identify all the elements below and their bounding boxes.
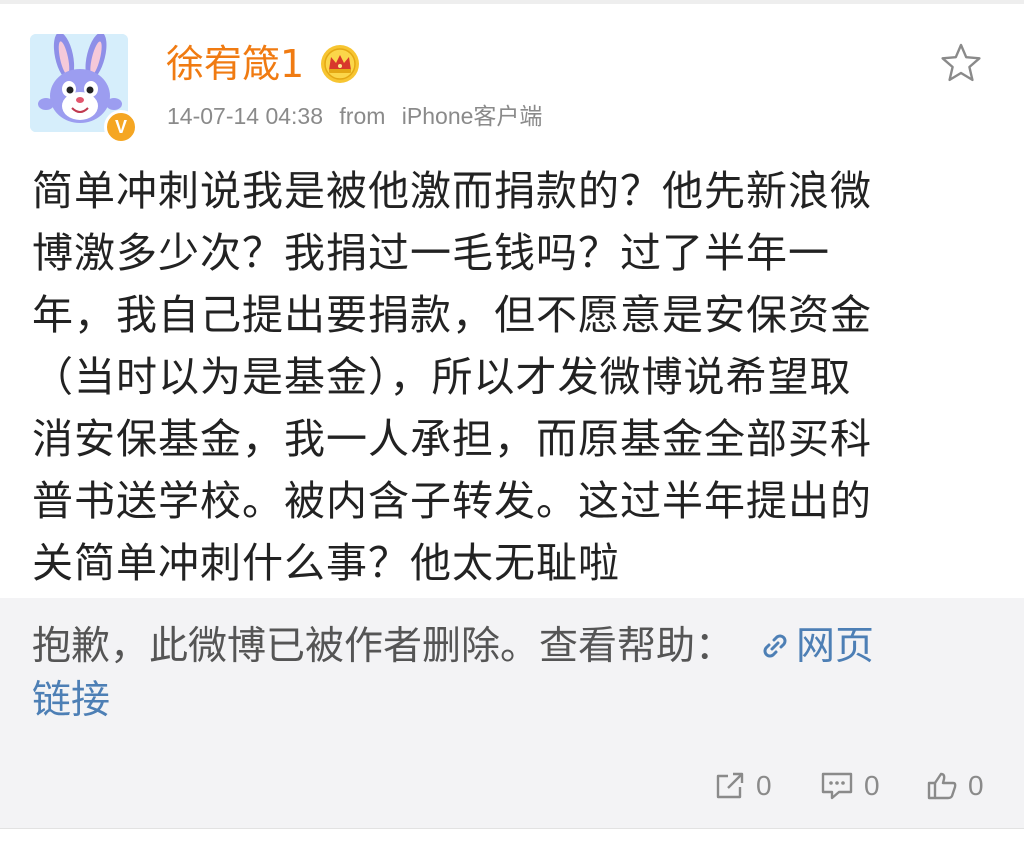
link-icon bbox=[763, 634, 787, 658]
help-link-text-1[interactable]: 网页 bbox=[796, 624, 874, 669]
repost-action[interactable]: 0 bbox=[714, 766, 772, 806]
weibo-post-card: V 徐宥箴1 14-07-14 04:38 from iPhone客户端 简单冲… bbox=[0, 0, 1024, 842]
post-line: 博激多少次？我捐过一毛钱吗？过了半年一 bbox=[32, 229, 830, 277]
help-link-text-2[interactable]: 链接 bbox=[32, 678, 110, 723]
comment-icon bbox=[821, 772, 853, 800]
share-icon bbox=[716, 772, 744, 799]
repost-button[interactable]: 0 bbox=[714, 770, 772, 802]
comment-button[interactable]: 0 bbox=[820, 770, 880, 802]
post-timestamp: 14-07-14 04:38 bbox=[167, 103, 324, 129]
comment-count: 0 bbox=[864, 770, 880, 801]
comment-action[interactable]: 0 bbox=[820, 766, 880, 806]
crown-icon bbox=[321, 45, 359, 83]
deleted-notice: 抱歉，此微博已被作者删除。查看帮助： bbox=[32, 624, 735, 669]
author-name[interactable]: 徐宥箴1 bbox=[166, 40, 304, 88]
repost-count: 0 bbox=[756, 770, 772, 801]
post-body: 简单冲刺说我是被他激而捐款的？他先新浪微 博激多少次？我捐过一毛钱吗？过了半年一… bbox=[32, 160, 982, 594]
top-divider bbox=[0, 0, 1024, 4]
bottom-divider bbox=[0, 828, 1024, 842]
verified-badge: V bbox=[104, 110, 138, 144]
thumbs-up-icon bbox=[927, 772, 957, 800]
post-line: 年，我自己提出要捐款，但不愿意是安保资金 bbox=[32, 291, 872, 339]
star-icon[interactable] bbox=[938, 40, 984, 86]
post-line: （当时以为是基金），所以才发微博说希望取 bbox=[32, 353, 852, 401]
post-meta: 14-07-14 04:38 from iPhone客户端 bbox=[167, 100, 552, 132]
deleted-repost-message: 抱歉，此微博已被作者删除。查看帮助： 网页链接 bbox=[32, 620, 992, 728]
post-line: 普书送学校。被内含子转发。这过半年提出的 bbox=[32, 477, 872, 525]
post-source[interactable]: iPhone客户端 bbox=[402, 103, 543, 129]
post-line: 简单冲刺说我是被他激而捐款的？他先新浪微 bbox=[32, 167, 872, 215]
post-line: 关简单冲刺什么事？他太无耻啦 bbox=[32, 539, 620, 587]
like-action[interactable]: 0 bbox=[926, 766, 984, 806]
like-button[interactable]: 0 bbox=[926, 770, 984, 802]
from-label: from bbox=[339, 103, 386, 129]
post-line: 消安保基金，我一人承担，而原基金全部买科 bbox=[32, 415, 872, 463]
like-count: 0 bbox=[968, 770, 984, 801]
